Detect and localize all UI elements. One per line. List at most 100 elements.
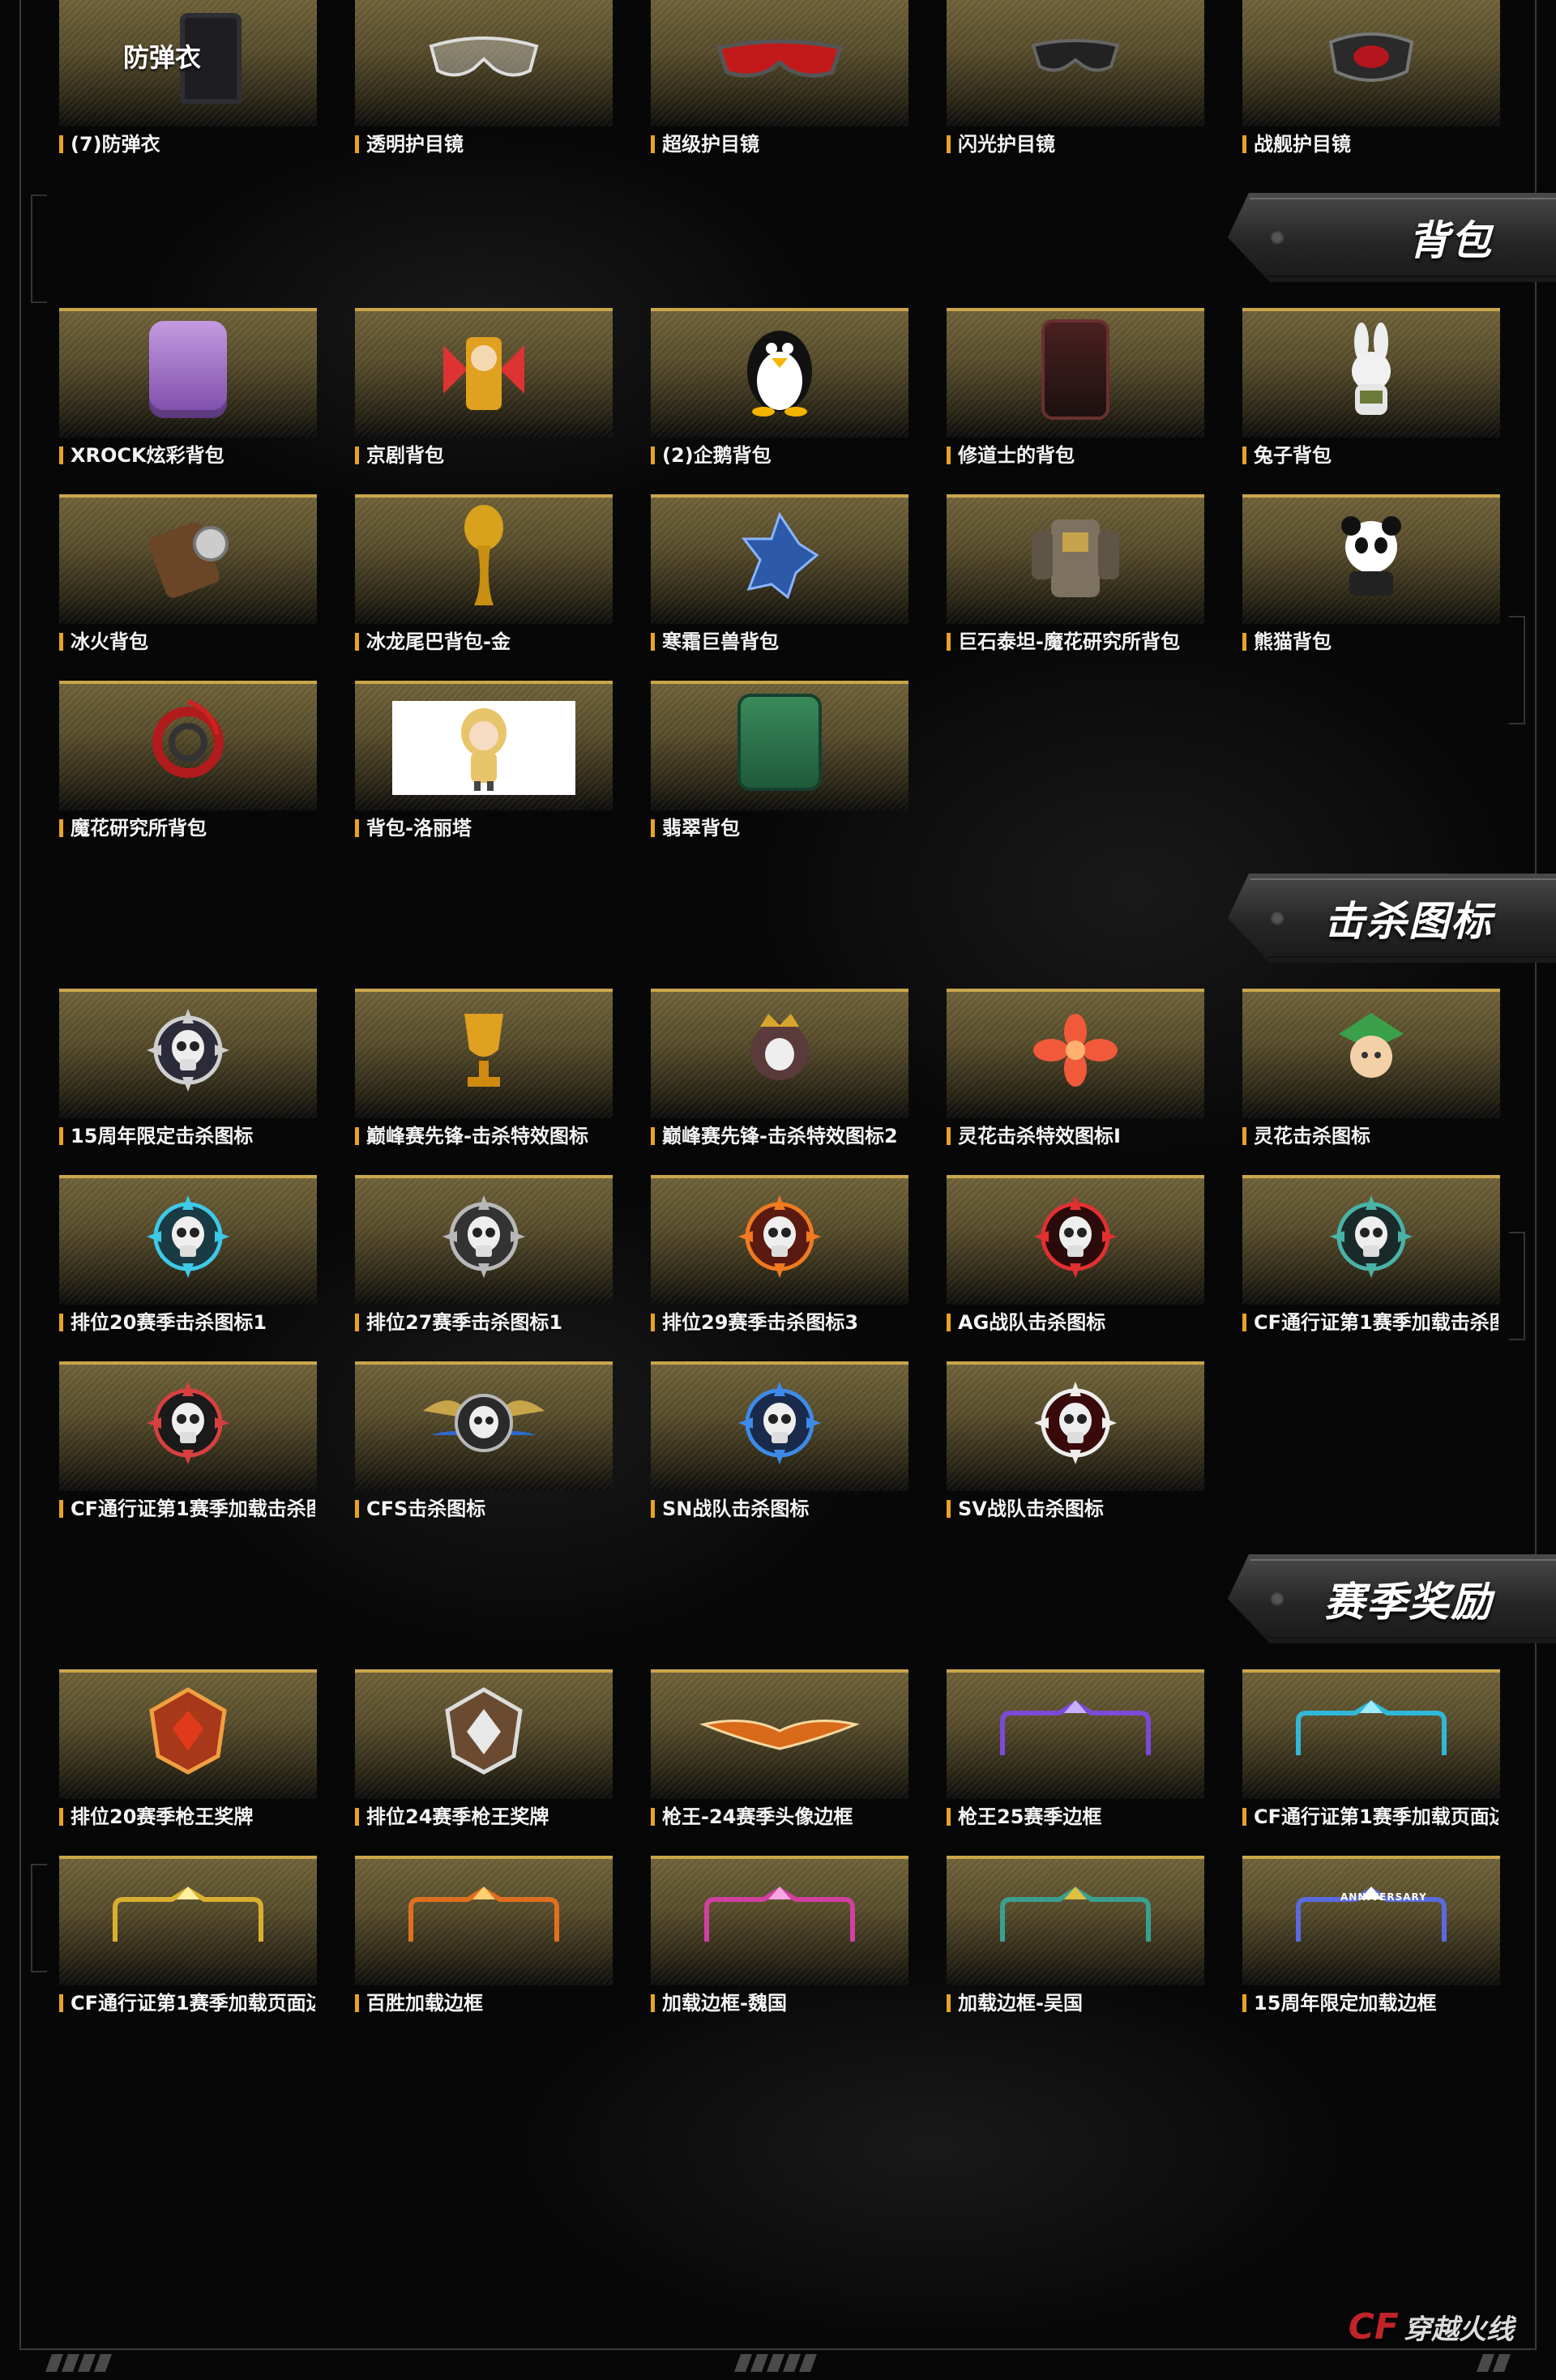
item-card[interactable]: 巅峰赛先锋-击杀特效图标: [355, 989, 613, 1160]
item-card[interactable]: 排位20赛季击杀图标1: [59, 1175, 317, 1347]
item-label: 排位27赛季击杀图标1: [355, 1310, 611, 1335]
item-card[interactable]: 京剧背包: [355, 308, 613, 480]
item-card[interactable]: 排位24赛季枪王奖牌: [355, 1669, 613, 1841]
frame-bottom-line: [19, 2348, 1537, 2350]
item-card[interactable]: ANNIVERSARY 15周年限定加载边框: [1242, 1856, 1500, 2027]
item-card[interactable]: 枪王-24赛季头像边框: [651, 1669, 908, 1841]
item-label: SV战队击杀图标: [947, 1496, 1203, 1522]
item-card[interactable]: SN战队击杀图标: [651, 1361, 908, 1533]
item-card[interactable]: 战舰护目镜: [1242, 0, 1500, 169]
red-flower-icon: [1031, 1014, 1120, 1087]
rabbit-backpack-icon: [1339, 321, 1404, 418]
flower-girl-icon: [1331, 1010, 1412, 1091]
item-label: 超级护目镜: [651, 131, 907, 157]
frame-left-tab: [31, 194, 47, 303]
logo-mark: CF: [1348, 2306, 1399, 2348]
purple-backpack-icon: [149, 321, 227, 418]
item-label: 巨石泰坦-魔花研究所背包: [947, 629, 1203, 655]
skull-anniversary-icon: [143, 1006, 233, 1095]
item-card[interactable]: 排位27赛季击杀图标1: [355, 1175, 613, 1347]
item-card[interactable]: 冰龙尾巴背包-金: [355, 494, 613, 666]
item-card[interactable]: 排位29赛季击杀图标3: [651, 1175, 908, 1347]
item-card[interactable]: SV战队击杀图标: [947, 1361, 1204, 1533]
pink-frame-icon: [699, 1885, 861, 1950]
item-label: 冰龙尾巴背包-金: [355, 629, 611, 655]
anniversary-badge-text: ANNIVERSARY: [1340, 1891, 1427, 1903]
item-card[interactable]: 灵花击杀特效图标I: [947, 989, 1204, 1160]
section-header-season-reward: 赛季奖励: [1228, 1554, 1556, 1643]
skull-black-red-icon: [143, 1378, 233, 1468]
item-card[interactable]: 15周年限定击杀图标: [59, 989, 317, 1160]
section-title: 赛季奖励: [1324, 1579, 1493, 1626]
item-card[interactable]: AG战队击杀图标: [947, 1175, 1204, 1347]
item-label: 熊猫背包: [1242, 629, 1498, 655]
item-label: AG战队击杀图标: [947, 1310, 1203, 1335]
frame-right-tab: [1509, 1232, 1525, 1340]
vest-badge-text: 防弹衣: [123, 42, 202, 73]
item-card[interactable]: 闪光护目镜: [947, 0, 1204, 169]
item-label: 灵花击杀特效图标I: [947, 1123, 1203, 1149]
section-title: 击杀图标: [1324, 898, 1493, 945]
wing-frame-icon: [699, 1707, 861, 1755]
item-label: CF通行证第1赛季加载页面边框: [1242, 1804, 1498, 1830]
item-card[interactable]: (2)企鹅背包: [651, 308, 908, 480]
item-card[interactable]: 巨石泰坦-魔花研究所背包: [947, 494, 1204, 666]
skull-winged-icon: [415, 1378, 553, 1468]
cyan-frame-icon: [1290, 1698, 1452, 1763]
penguin-backpack-icon: [739, 321, 820, 418]
dragon-tail-backpack-icon: [460, 503, 508, 609]
item-label: 加载边框-魏国: [651, 1990, 907, 2016]
jade-backpack-icon: [737, 694, 822, 791]
item-card[interactable]: 巅峰赛先锋-击杀特效图标2: [651, 989, 908, 1160]
item-label: CFS击杀图标: [355, 1496, 611, 1522]
item-card[interactable]: 防弹衣 (7)防弹衣: [59, 0, 317, 169]
green-gold-frame-icon: [994, 1885, 1156, 1950]
frame-left-tab: [31, 1864, 47, 1972]
item-card[interactable]: CF通行证第1赛季加载页面边框: [59, 1856, 317, 2027]
item-card[interactable]: CF通行证第1赛季加载击杀图标: [1242, 1175, 1500, 1347]
titan-backpack-icon: [1027, 503, 1124, 609]
item-card[interactable]: 枪王25赛季边框: [947, 1669, 1204, 1841]
item-card[interactable]: 百胜加载边框: [355, 1856, 613, 2027]
item-card[interactable]: 魔花研究所背包: [59, 681, 317, 852]
item-card[interactable]: CFS击杀图标: [355, 1361, 613, 1533]
item-card[interactable]: XROCK炫彩背包: [59, 308, 317, 480]
item-card[interactable]: 熊猫背包: [1242, 494, 1500, 666]
flash-goggles-icon: [1027, 34, 1124, 83]
item-label: 闪光护目镜: [947, 131, 1203, 157]
item-label: 巅峰赛先锋-击杀特效图标: [355, 1123, 611, 1149]
opera-backpack-icon: [435, 321, 532, 418]
item-card[interactable]: 冰火背包: [59, 494, 317, 666]
item-card[interactable]: 排位20赛季枪王奖牌: [59, 1669, 317, 1841]
warship-goggles-icon: [1323, 26, 1420, 91]
item-label: 枪王25赛季边框: [947, 1804, 1203, 1830]
item-card[interactable]: 透明护目镜: [355, 0, 613, 169]
medal-orange-icon: [143, 1686, 233, 1775]
item-label: SN战队击杀图标: [651, 1496, 907, 1522]
medal-silver-icon: [439, 1686, 528, 1775]
item-label: 翡翠背包: [651, 815, 907, 841]
item-label: 15周年限定加载边框: [1242, 1990, 1498, 2016]
item-card[interactable]: 背包-洛丽塔: [355, 681, 613, 852]
item-card[interactable]: 翡翠背包: [651, 681, 908, 852]
item-label: 百胜加载边框: [355, 1990, 611, 2016]
gold-trophy-icon: [451, 1006, 516, 1095]
item-card[interactable]: 加载边框-吴国: [947, 1856, 1204, 2027]
magic-flower-backpack-icon: [139, 694, 237, 791]
item-label: 灵花击杀图标: [1242, 1123, 1498, 1149]
item-label: CF通行证第1赛季加载击杀图标: [1242, 1310, 1498, 1335]
item-card[interactable]: CF通行证第1赛季加载击杀图标: [59, 1361, 317, 1533]
item-card[interactable]: 寒霜巨兽背包: [651, 494, 908, 666]
item-card[interactable]: CF通行证第1赛季加载页面边框: [1242, 1669, 1500, 1841]
item-label: 战舰护目镜: [1242, 131, 1498, 157]
item-card[interactable]: 加载边框-魏国: [651, 1856, 908, 2027]
item-card[interactable]: 兔子背包: [1242, 308, 1500, 480]
item-card[interactable]: 灵花击杀图标: [1242, 989, 1500, 1160]
frame-right-tab: [1509, 616, 1525, 724]
item-card[interactable]: 超级护目镜: [651, 0, 908, 169]
item-card[interactable]: 修道士的背包: [947, 308, 1204, 480]
skull-blue-crown-icon: [735, 1378, 824, 1468]
skull-star-white-icon: [1031, 1378, 1120, 1468]
item-label: 透明护目镜: [355, 131, 611, 157]
clear-goggles-icon: [423, 30, 545, 87]
